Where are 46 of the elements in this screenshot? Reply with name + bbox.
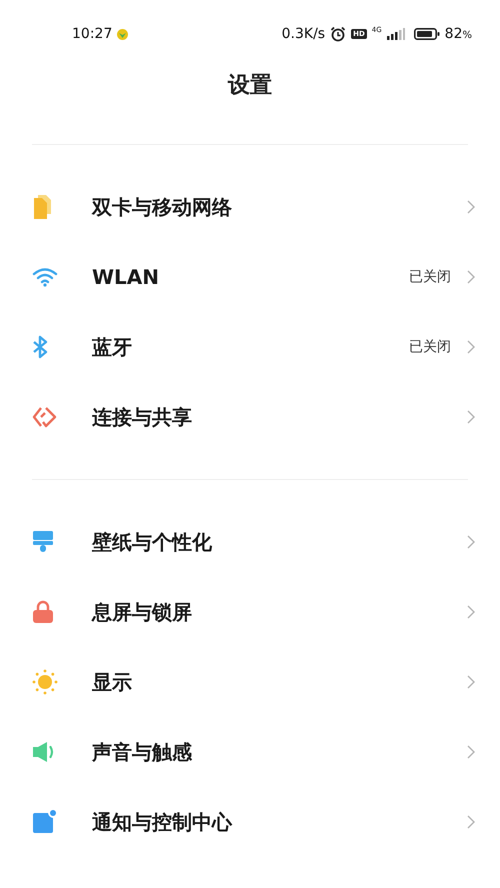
lock-icon [32, 600, 54, 624]
bluetooth-icon [32, 335, 50, 359]
chevron-icon [467, 815, 475, 829]
item-label: 声音与触感 [92, 738, 193, 766]
page-title: 设置 [226, 72, 273, 100]
speaker-icon [32, 741, 56, 763]
paint-brush-icon [32, 530, 54, 554]
settings-item[interactable]: 壁纸与个性化 [0, 507, 500, 577]
chevron-icon [467, 675, 475, 689]
item-label: 显示 [92, 668, 133, 696]
battery-icon [414, 28, 440, 40]
item-label: 连接与共享 [92, 404, 193, 430]
sun-icon [32, 669, 58, 695]
chevron-icon [467, 535, 475, 549]
chevron-icon [467, 340, 475, 354]
settings-item[interactable]: 通知与控制中心 [0, 787, 500, 857]
chevron-icon [467, 605, 475, 619]
wifi-icon [32, 267, 58, 287]
item-label: 蓝牙 [92, 334, 133, 360]
settings-item[interactable]: 连接与共享 [0, 382, 500, 452]
clock-time: 10:27 [72, 26, 112, 42]
share-icon [32, 405, 58, 429]
chevron-icon [467, 270, 475, 284]
settings-item[interactable]: 显示 [0, 647, 500, 717]
item-status: 已关闭 [409, 338, 451, 356]
item-label: 壁纸与个性化 [92, 528, 213, 556]
notification-icon [32, 810, 56, 834]
network-speed: 0.3K/s [282, 26, 326, 42]
alarm-icon [330, 26, 346, 42]
settings-item[interactable]: 蓝牙 已关闭 [0, 312, 500, 382]
settings-item[interactable]: 声音与触感 [0, 717, 500, 787]
settings-item[interactable]: 息屏与锁屏 [0, 577, 500, 647]
settings-item[interactable]: WLAN 已关闭 [0, 242, 500, 312]
signal-icon [386, 28, 405, 40]
settings-item[interactable]: 双卡与移动网络 [0, 172, 500, 242]
app-status-icon [117, 28, 128, 40]
sim-cards-icon [32, 195, 54, 219]
chevron-icon [467, 410, 475, 424]
chevron-icon [467, 745, 475, 759]
battery-percent: 82% [444, 26, 472, 42]
item-status: 已关闭 [409, 268, 451, 286]
item-label: 息屏与锁屏 [92, 598, 193, 626]
item-label: WLAN [92, 265, 160, 289]
item-label: 通知与控制中心 [92, 808, 234, 836]
chevron-icon [467, 200, 475, 214]
item-label: 双卡与移动网络 [92, 194, 233, 220]
